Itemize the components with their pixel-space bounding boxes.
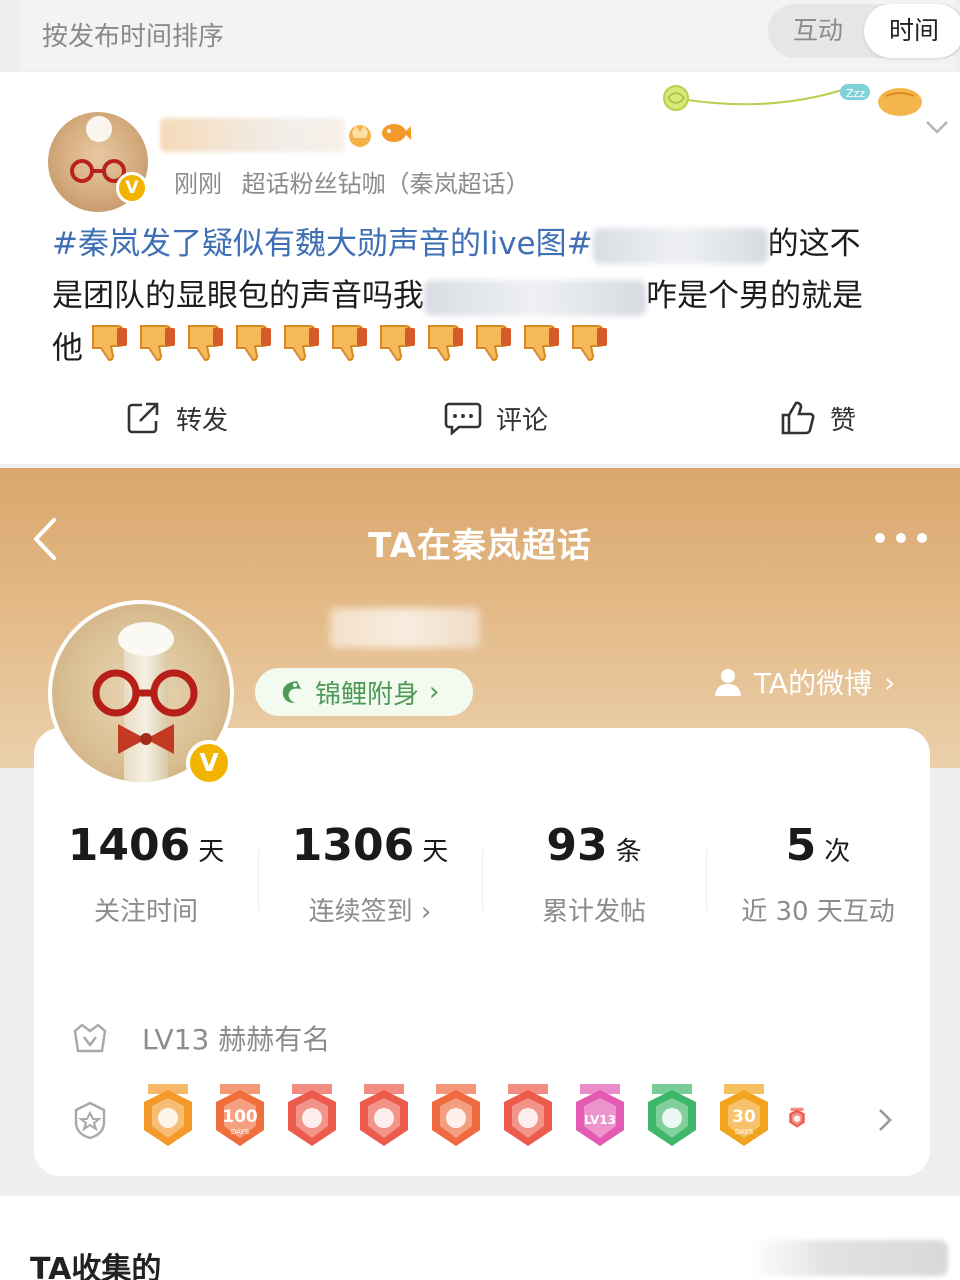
thumbs-down-emoji-icon xyxy=(332,325,367,362)
stat-checkin-streak[interactable]: 1306 天 连续签到 › xyxy=(258,820,482,928)
chevron-right-icon: › xyxy=(429,677,440,707)
redacted-text xyxy=(424,279,646,316)
svg-text:DAYS: DAYS xyxy=(231,1128,250,1136)
thumbs-down-emoji-icon xyxy=(140,325,175,362)
post-text-line2-tail: 咋是个男的就是 xyxy=(646,278,863,314)
thumbs-up-icon xyxy=(781,401,815,435)
svg-text:DAYS: DAYS xyxy=(735,1128,754,1136)
fish-medal-icon xyxy=(382,124,411,142)
post-actions: 转发 评论 赞 xyxy=(0,390,960,446)
chevron-right-icon: › xyxy=(884,665,896,699)
svg-text:100: 100 xyxy=(222,1107,258,1127)
chevron-right-icon[interactable] xyxy=(876,1106,894,1134)
profile-name-redacted xyxy=(330,608,480,648)
crown-badge[interactable] xyxy=(140,1084,196,1154)
section-title: TA收集的 xyxy=(30,1252,162,1280)
svg-text:30: 30 xyxy=(732,1107,756,1127)
more-options-icon[interactable] xyxy=(874,532,928,544)
stat-follow-time: 1406 天 关注时间 xyxy=(67,820,225,927)
sort-bar: 按发布时间排序 互动 时间 xyxy=(20,0,960,70)
post-text-line1: 的这不 xyxy=(767,226,861,262)
post-meta: 刚刚 超话粉丝钻咖（秦岚超话） xyxy=(174,164,542,199)
sort-toggle[interactable]: 互动 时间 xyxy=(768,4,960,58)
hand-badge[interactable] xyxy=(644,1084,700,1154)
thumbs-down-emoji-icon xyxy=(188,325,223,362)
thumbs-down-emoji-icon xyxy=(236,325,271,362)
thumbs-down-emoji-icon xyxy=(92,325,127,362)
thumbs-down-emoji-row xyxy=(83,322,611,378)
repost-button[interactable]: 转发 xyxy=(126,398,228,438)
post-source[interactable]: 超话粉丝钻咖（秦岚超话） xyxy=(242,170,530,198)
badge-row[interactable]: 100 DAYS LV13 30 DAYS xyxy=(72,1080,912,1160)
user-icon xyxy=(715,669,741,696)
ta-weibo-link[interactable]: TA的微博 › xyxy=(712,664,895,700)
page-title: TA在秦岚超话 xyxy=(368,526,592,566)
level-label: LV13 赫赫有名 xyxy=(142,1023,331,1056)
rabbit-badge-2[interactable] xyxy=(356,1084,412,1154)
koi-badge-button[interactable]: 锦鲤附身 › xyxy=(255,668,473,716)
comment-icon xyxy=(444,402,482,435)
100-days-badge[interactable]: 100DAYS xyxy=(212,1084,268,1154)
sleeping-cat-decoration-icon: Zzz xyxy=(663,84,922,116)
badge-shield-icon xyxy=(74,1101,106,1140)
rabbit-badge-1[interactable] xyxy=(284,1084,340,1154)
post-card: Zzz V 刚刚 超话粉丝钻咖（秦岚超话） #秦岚发了疑似有魏大勋声音的live… xyxy=(0,72,960,464)
verified-badge-icon: V xyxy=(186,740,232,786)
koi-fish-icon xyxy=(282,681,301,703)
thumbs-down-emoji-icon xyxy=(524,325,559,362)
level-row: LV13 赫赫有名 xyxy=(72,1018,330,1058)
thumbs-down-emoji-icon xyxy=(284,325,319,362)
thumbs-down-emoji-icon xyxy=(572,325,607,362)
stat-interactions: 5次 近 30 天互动 xyxy=(741,820,895,927)
like-button[interactable]: 赞 xyxy=(780,398,856,438)
stat-total-posts: 93 条 累计发帖 xyxy=(541,820,646,927)
sort-option-time[interactable]: 时间 xyxy=(864,4,960,58)
svg-text:Zzz: Zzz xyxy=(846,87,865,100)
verified-badge-icon: V xyxy=(116,172,148,204)
stats-row: 1406 天 关注时间 1306 天 连续签到 › 93 条 累计发帖 5次 近 30… xyxy=(34,820,930,950)
repost-icon xyxy=(127,402,159,434)
crown-medal-icon xyxy=(349,125,371,147)
30-days-badge[interactable]: 30DAYS xyxy=(716,1084,772,1154)
rabbit-badge-4[interactable] xyxy=(500,1084,556,1154)
rabbit-badge-3[interactable] xyxy=(428,1084,484,1154)
sort-label: 按发布时间排序 xyxy=(42,22,225,52)
watermark xyxy=(748,1240,948,1276)
sort-option-interaction[interactable]: 互动 xyxy=(768,4,868,58)
post-time: 刚刚 xyxy=(174,170,222,198)
collection-section: TA收集的 xyxy=(0,1196,960,1280)
thumbs-down-emoji-icon xyxy=(380,325,415,362)
thumbs-down-emoji-icon xyxy=(428,325,463,362)
chevron-down-icon[interactable] xyxy=(924,118,950,136)
lv13-badge[interactable]: LV13 xyxy=(572,1084,628,1154)
post-content: #秦岚发了疑似有魏大勋声音的live图# 的这不 是团队的显眼包的声音吗我 咋是个男… xyxy=(52,218,932,374)
post-text-line3: 他 xyxy=(52,330,83,367)
author-name-redacted[interactable] xyxy=(160,118,345,152)
svg-text:LV13: LV13 xyxy=(584,1113,616,1127)
topic-link[interactable]: #秦岚发了疑似有魏大勋声音的live图# xyxy=(52,226,593,262)
redacted-text xyxy=(592,227,768,264)
post-text-line2: 是团队的显眼包的声音吗我 xyxy=(52,278,424,314)
comment-button[interactable]: 评论 xyxy=(444,398,548,438)
level-crown-icon xyxy=(73,1023,107,1053)
partial-badge[interactable] xyxy=(788,1084,806,1154)
thumbs-down-emoji-icon xyxy=(476,325,511,362)
